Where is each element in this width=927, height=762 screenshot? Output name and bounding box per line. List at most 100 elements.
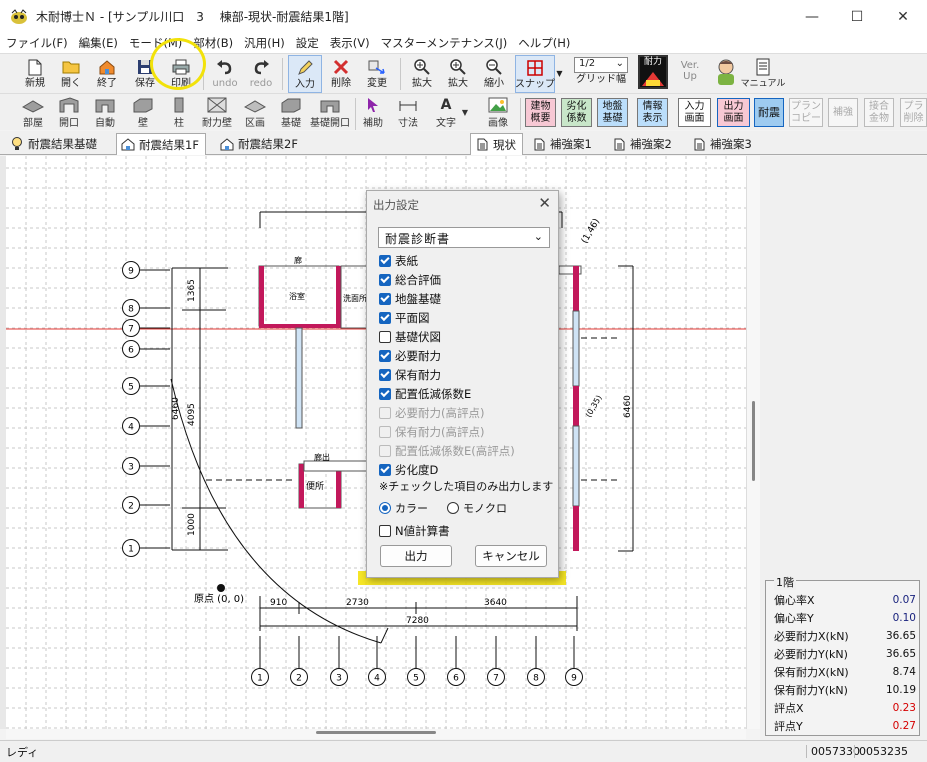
foundation-opening-icon	[319, 96, 341, 114]
dim-6460-right: 6460	[623, 395, 633, 418]
menu-edit[interactable]: 編集(E)	[79, 35, 118, 51]
cancel-button[interactable]: キャンセル	[475, 545, 547, 567]
zoom-out-button[interactable]: 縮小	[479, 55, 509, 93]
menu-file[interactable]: ファイル(F)	[6, 35, 68, 51]
undo-button[interactable]: undo	[210, 55, 240, 93]
floor-plan-tool[interactable]: 区画	[240, 96, 270, 129]
assistant-button[interactable]	[712, 55, 740, 93]
output-button[interactable]: 出力	[380, 545, 452, 567]
plan-copy-button[interactable]: プラン コピー	[789, 98, 823, 127]
deterioration-button[interactable]: 劣化 係数	[561, 98, 592, 127]
dim-1365: 1365	[187, 279, 197, 302]
output-item-checkbox[interactable]: 地盤基礎	[379, 290, 441, 307]
dialog-close-icon[interactable]: ✕	[538, 194, 551, 212]
opening-icon	[58, 96, 80, 114]
grid-width-select[interactable]: 1/2 ⌄	[574, 57, 628, 73]
delete-x-icon	[331, 57, 351, 77]
output-item-checkbox[interactable]: 基礎伏図	[379, 328, 441, 345]
grid-width-selector[interactable]: 1/2 ⌄ グリッド幅	[572, 55, 630, 93]
input-mode-button[interactable]: 入力	[288, 55, 322, 93]
room-tool[interactable]: 部屋	[18, 96, 48, 129]
vertical-scroll-thumb[interactable]	[752, 401, 755, 481]
manual-button[interactable]: マニュアル	[741, 55, 785, 93]
output-item-checkbox: 必要耐力(高評点)	[379, 404, 484, 421]
output-item-checkbox[interactable]: 総合評価	[379, 271, 441, 288]
delete-button[interactable]: 削除	[326, 55, 356, 93]
reinforce-button[interactable]: 補強	[828, 98, 858, 127]
dim-7280: 7280	[406, 616, 429, 626]
change-button[interactable]: 変更	[362, 55, 392, 93]
horizontal-scrollbar[interactable]	[6, 729, 746, 739]
joint-hardware-button[interactable]: 接合 金物	[864, 98, 894, 127]
taishin-icon: 耐力	[638, 55, 668, 89]
row-axis-label: 1	[128, 545, 134, 555]
snap-dropdown[interactable]: ▼	[555, 55, 564, 93]
vertical-scrollbar[interactable]	[746, 156, 760, 729]
seismic-button[interactable]: 耐震	[754, 98, 784, 127]
tab-seismic-2f[interactable]: 耐震結果2F	[216, 133, 304, 155]
close-button[interactable]: ✕	[880, 0, 926, 33]
exit-button[interactable]: 終了	[92, 55, 122, 93]
opening-tool[interactable]: 開口	[54, 96, 84, 129]
output-item-checkbox[interactable]: 平面図	[379, 309, 430, 326]
results-caption: 1階	[774, 574, 796, 590]
mono-radio[interactable]: モノクロ	[447, 500, 507, 516]
tab-seismic-1f[interactable]: 耐震結果1F	[116, 133, 206, 155]
row-axis-label: 8	[128, 305, 134, 315]
snap-button[interactable]: スナップ	[515, 55, 555, 93]
foundation-tool[interactable]: 基礎	[276, 96, 306, 129]
nvalue-checkbox[interactable]: N値計算書	[379, 522, 450, 539]
building-overview-button[interactable]: 建物 概要	[525, 98, 556, 127]
wall-red	[299, 464, 304, 508]
col-axis-label: 2	[296, 674, 302, 684]
tab-reinforce-3[interactable]: 補強案3	[688, 133, 758, 155]
report-type-select[interactable]: 耐震診断書 ⌄	[378, 227, 550, 248]
menu-master[interactable]: マスターメンテナンス(J)	[381, 35, 508, 51]
plan-delete-button[interactable]: プラ 削除	[900, 98, 927, 127]
open-button[interactable]: 開く	[56, 55, 86, 93]
minimize-button[interactable]: —	[789, 0, 835, 33]
corridor-wall	[572, 310, 580, 387]
output-item-checkbox[interactable]: 必要耐力	[379, 347, 441, 364]
color-radio[interactable]: カラー	[379, 500, 428, 516]
assist-tool[interactable]: 補助	[360, 96, 386, 129]
pencil-icon	[295, 58, 315, 78]
menu-settings[interactable]: 設定	[296, 35, 319, 51]
info-display-button[interactable]: 情報 表示	[637, 98, 668, 127]
maximize-button[interactable]: ☐	[834, 0, 880, 33]
menu-help[interactable]: ヘルプ(H)	[518, 35, 570, 51]
output-item-checkbox[interactable]: 劣化度D	[379, 461, 438, 478]
menu-general[interactable]: 汎用(H)	[244, 35, 285, 51]
tab-reinforce-2[interactable]: 補強案2	[608, 133, 678, 155]
origin-label: 原点 (0, 0)	[194, 593, 244, 605]
brace-wall-tool[interactable]: 耐力壁	[200, 96, 234, 129]
auto-tool[interactable]: 自動	[90, 96, 120, 129]
horizontal-scroll-thumb[interactable]	[316, 731, 436, 734]
output-item-checkbox[interactable]: 保有耐力	[379, 366, 441, 383]
image-tool[interactable]: 画像	[484, 96, 512, 129]
dimension-tool[interactable]: 寸法	[394, 96, 422, 129]
redo-button[interactable]: redo	[246, 55, 276, 93]
tab-seismic-foundation[interactable]: 耐震結果基礎	[6, 133, 103, 155]
taishin-button[interactable]: 耐力	[636, 55, 670, 93]
output-settings-dialog: 出力設定 ✕ 耐震診断書 ⌄ 表紙 総合評価 地盤基礎 平面図 基礎伏図 必要耐力 保有耐力…	[366, 190, 559, 578]
version-up-button[interactable]: Ver. Up	[676, 55, 704, 93]
foundation-opening-tool[interactable]: 基礎開口	[310, 96, 350, 129]
input-screen-button[interactable]: 入力 画面	[678, 98, 711, 127]
output-item-checkbox[interactable]: 表紙	[379, 252, 418, 269]
output-screen-button[interactable]: 出力 画面	[717, 98, 750, 127]
dim-1000: 1000	[187, 513, 197, 536]
zoom-in-button[interactable]: 拡大	[407, 55, 437, 93]
text-tool[interactable]: A 文字	[432, 96, 460, 129]
output-item-checkbox[interactable]: 配置低減係数E	[379, 385, 471, 402]
menu-view[interactable]: 表示(V)	[330, 35, 370, 51]
tab-reinforce-1[interactable]: 補強案1	[528, 133, 598, 155]
dimension-icon	[397, 96, 419, 114]
tab-current[interactable]: 現状	[470, 133, 523, 155]
column-tool[interactable]: 柱	[164, 96, 194, 129]
ground-foundation-button[interactable]: 地盤 基礎	[597, 98, 628, 127]
wall-tool[interactable]: 壁	[128, 96, 158, 129]
new-button[interactable]: 新規	[20, 55, 50, 93]
zoom-in-area-button[interactable]: 拡大	[443, 55, 473, 93]
text-dropdown[interactable]: ▼	[460, 96, 470, 129]
